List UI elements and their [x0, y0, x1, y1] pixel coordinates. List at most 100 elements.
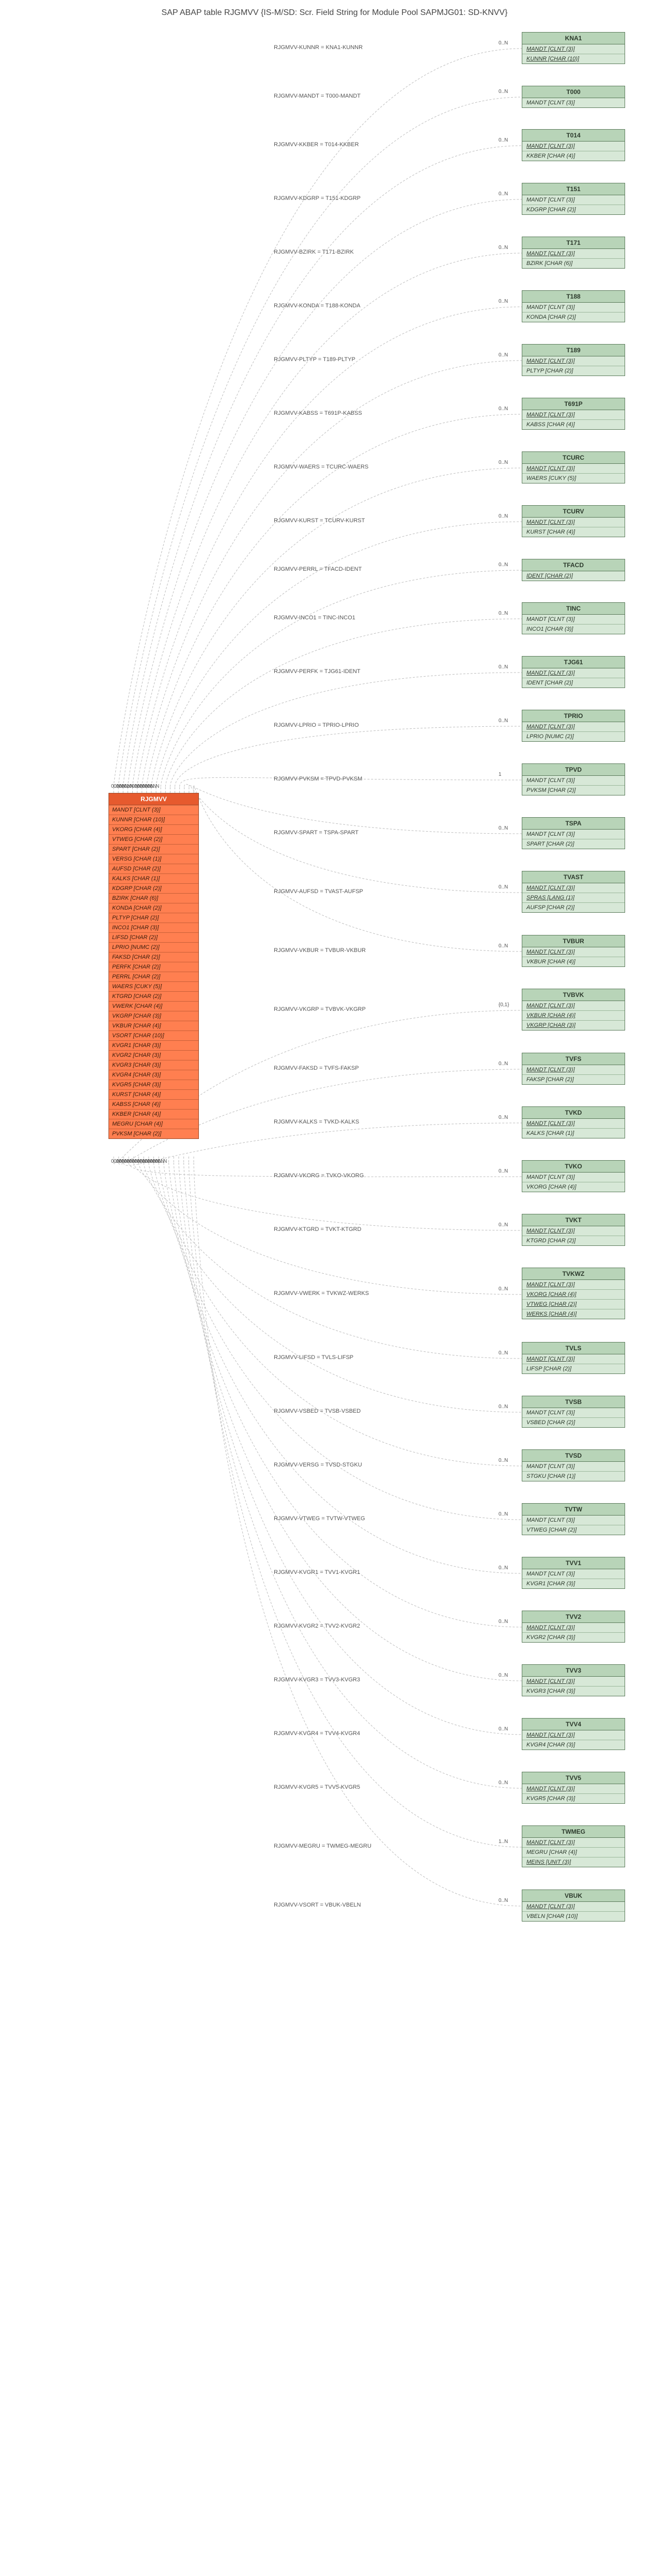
green-header: T000: [522, 86, 625, 98]
edge-label: RJGMVV-VWERK = TVKWZ-WERKS: [274, 1290, 369, 1297]
green-row: KDGRP [CHAR (2)]: [522, 205, 625, 214]
green-row: MANDT [CLNT (3)]: [522, 195, 625, 205]
green-row: PVKSM [CHAR (2)]: [522, 786, 625, 795]
green-row: VKGRP [CHAR (3)]: [522, 1021, 625, 1030]
green-row: INCO1 [CHAR (3)]: [522, 625, 625, 634]
green-row: PLTYP [CHAR (2)]: [522, 366, 625, 376]
green-row: KVGR5 [CHAR (3)]: [522, 1794, 625, 1803]
edge-label: 0..N: [499, 245, 508, 251]
green-box-t151: T151MANDT [CLNT (3)]KDGRP [CHAR (2)]: [522, 183, 625, 215]
edge-label: RJGMVV-PERFK = TJG61-IDENT: [274, 668, 361, 675]
edge-label: RJGMVV-KVGR2 = TVV2-KVGR2: [274, 1623, 360, 1629]
green-row: KUNNR [CHAR (10)]: [522, 54, 625, 64]
edge-label: 0..N: [499, 943, 508, 949]
green-header: TVV4: [522, 1719, 625, 1730]
edge-label: 0..N: [499, 1222, 508, 1228]
main-row: KVGR5 [CHAR (3)]: [109, 1080, 198, 1090]
green-row: MANDT [CLNT (3)]: [522, 1677, 625, 1687]
green-header: TVV1: [522, 1557, 625, 1569]
green-header: TVLS: [522, 1342, 625, 1354]
green-box-tvkt: TVKTMANDT [CLNT (3)]KTGRD [CHAR (2)]: [522, 1214, 625, 1246]
edge-label: 0..N: [499, 1458, 508, 1463]
green-row: KONDA [CHAR (2)]: [522, 313, 625, 322]
green-header: TVSB: [522, 1396, 625, 1408]
green-box-tvbvk: TVBVKMANDT [CLNT (3)]VKBUR [CHAR (4)]VKG…: [522, 989, 625, 1031]
green-box-tvtw: TVTWMANDT [CLNT (3)]VTWEG [CHAR (2)]: [522, 1503, 625, 1535]
edge-label: 1..N: [499, 1839, 508, 1845]
edge-label: 0..N: [499, 1780, 508, 1786]
green-row: FAKSP [CHAR (2)]: [522, 1075, 625, 1084]
edge-label: 0..N: [499, 664, 508, 670]
edge-label: RJGMVV-SPART = TSPA-SPART: [274, 830, 359, 836]
green-row: MANDT [CLNT (3)]: [522, 1838, 625, 1848]
green-row: WERKS [CHAR (4)]: [522, 1309, 625, 1319]
green-header: TVV3: [522, 1665, 625, 1677]
green-row: BZIRK [CHAR (6)]: [522, 259, 625, 268]
main-row: BZIRK [CHAR (6)]: [109, 894, 198, 903]
green-header: TPVD: [522, 764, 625, 776]
green-box-t188: T188MANDT [CLNT (3)]KONDA [CHAR (2)]: [522, 290, 625, 322]
green-row: VKORG [CHAR (4)]: [522, 1290, 625, 1300]
green-row: STGKU [CHAR (1)]: [522, 1472, 625, 1481]
green-row: KALKS [CHAR (1)]: [522, 1129, 625, 1138]
edge-label: 0..N: [499, 40, 508, 46]
green-row: KABSS [CHAR (4)]: [522, 420, 625, 429]
edge-label: RJGMVV-WAERS = TCURC-WAERS: [274, 464, 368, 470]
green-row: MANDT [CLNT (3)]: [522, 883, 625, 893]
green-row: MANDT [CLNT (3)]: [522, 1065, 625, 1075]
edge-label: 0..N: [499, 1726, 508, 1732]
green-box-twmeg: TWMEGMANDT [CLNT (3)]MEGRU [CHAR (4)]MEI…: [522, 1825, 625, 1867]
edge-label: RJGMVV-PVKSM = TPVD-PVKSM: [274, 776, 362, 782]
edge-label: RJGMVV-INCO1 = TINC-INCO1: [274, 615, 355, 621]
edge-label: 0..N: [499, 137, 508, 143]
edge-label: 0..N: [499, 191, 508, 197]
green-header: T151: [522, 183, 625, 195]
green-box-vbuk: VBUKMANDT [CLNT (3)]VBELN [CHAR (10)]: [522, 1890, 625, 1922]
main-row: VKORG [CHAR (4)]: [109, 825, 198, 835]
green-header: TVKD: [522, 1107, 625, 1119]
edge-label: RJGMVV-KVGR4 = TVV4-KVGR4: [274, 1730, 360, 1737]
green-row: SPART [CHAR (2)]: [522, 839, 625, 849]
main-row: FAKSD [CHAR (2)]: [109, 953, 198, 962]
green-row: MANDT [CLNT (3)]: [522, 1119, 625, 1129]
green-box-tvsd: TVSDMANDT [CLNT (3)]STGKU [CHAR (1)]: [522, 1449, 625, 1481]
edge-label: 0..N: [499, 1898, 508, 1903]
diagram-canvas: RJGMVV MANDT [CLNT (3)]KUNNR [CHAR (10)]…: [5, 27, 664, 1933]
main-row: KDGRP [CHAR (2)]: [109, 884, 198, 894]
green-box-tcurc: TCURCMANDT [CLNT (3)]WAERS [CUKY (5)]: [522, 451, 625, 483]
edge-label: RJGMVV-LIFSD = TVLS-LIFSP: [274, 1354, 353, 1361]
main-row: AUFSD [CHAR (2)]: [109, 864, 198, 874]
green-header: TVKWZ: [522, 1268, 625, 1280]
main-row: PLTYP [CHAR (2)]: [109, 913, 198, 923]
main-row: LIFSD [CHAR (2)]: [109, 933, 198, 943]
edge-label: RJGMVV-VKGRP = TVBVK-VKGRP: [274, 1006, 366, 1012]
edge-label: RJGMVV-VSBED = TVSB-VSBED: [274, 1408, 361, 1414]
edge-label: RJGMVV-KVGR3 = TVV3-KVGR3: [274, 1677, 360, 1683]
green-row: MANDT [CLNT (3)]: [522, 410, 625, 420]
green-header: TWMEG: [522, 1826, 625, 1838]
green-row: MANDT [CLNT (3)]: [522, 464, 625, 474]
green-header: TJG61: [522, 657, 625, 668]
edge-label: 0..N: [499, 611, 508, 616]
green-row: MANDT [CLNT (3)]: [522, 1001, 625, 1011]
edge-label: RJGMVV-KVGR1 = TVV1-KVGR1: [274, 1569, 360, 1575]
green-box-tvls: TVLSMANDT [CLNT (3)]LIFSP [CHAR (2)]: [522, 1342, 625, 1374]
edge-label: RJGMVV-KKBER = T014-KKBER: [274, 142, 359, 148]
edge-label: 0..N: [499, 1350, 508, 1356]
green-row: MANDT [CLNT (3)]: [522, 1784, 625, 1794]
green-box-tvfs: TVFSMANDT [CLNT (3)]FAKSP [CHAR (2)]: [522, 1053, 625, 1085]
green-header: KNA1: [522, 33, 625, 44]
green-box-tvv1: TVV1MANDT [CLNT (3)]KVGR1 [CHAR (3)]: [522, 1557, 625, 1589]
main-row: WAERS [CUKY (5)]: [109, 982, 198, 992]
main-row: MEGRU [CHAR (4)]: [109, 1119, 198, 1129]
green-row: MANDT [CLNT (3)]: [522, 1730, 625, 1740]
main-row: KKBER [CHAR (4)]: [109, 1110, 198, 1119]
green-row: VTWEG [CHAR (2)]: [522, 1300, 625, 1309]
green-row: MANDT [CLNT (3)]: [522, 1569, 625, 1579]
edge-label: 0..N: [499, 460, 508, 465]
green-box-tvv3: TVV3MANDT [CLNT (3)]KVGR3 [CHAR (3)]: [522, 1664, 625, 1696]
edge-label: RJGMVV-BZIRK = T171-BZIRK: [274, 249, 354, 255]
green-header: TVFS: [522, 1053, 625, 1065]
green-row: KTGRD [CHAR (2)]: [522, 1236, 625, 1245]
green-box-tcurv: TCURVMANDT [CLNT (3)]KURST [CHAR (4)]: [522, 505, 625, 537]
